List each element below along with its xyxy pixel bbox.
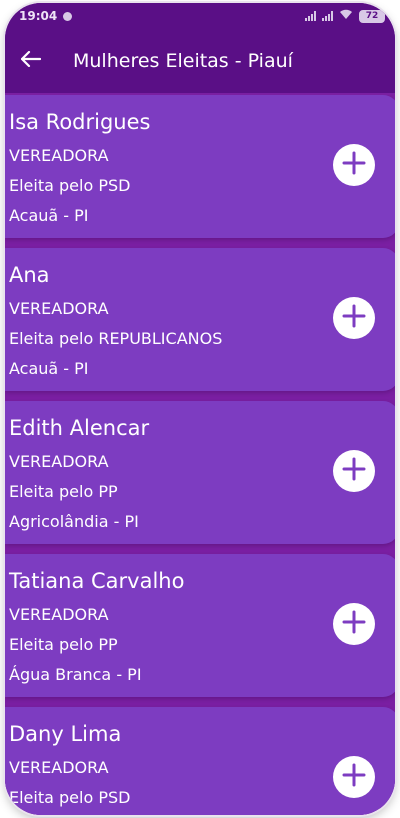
back-button[interactable] (5, 29, 57, 93)
list-item: Ana VEREADORA Eleita pelo REPUBLICANOS A… (5, 248, 395, 391)
candidate-name: Isa Rodrigues (9, 110, 151, 134)
candidate-city: Acauã - PI (9, 359, 89, 378)
list-item: Tatiana Carvalho VEREADORA Eleita pelo P… (5, 554, 395, 697)
candidate-name: Dany Lima (9, 722, 122, 746)
notification-icon (63, 11, 73, 21)
signal-icon-2 (322, 11, 333, 21)
candidate-party: Eleita pelo PP (9, 482, 118, 501)
candidate-city: Acauã - PI (9, 206, 89, 225)
add-button[interactable] (333, 756, 375, 798)
add-button[interactable] (333, 450, 375, 492)
candidate-role: VEREADORA (9, 299, 109, 318)
wifi-icon (339, 9, 353, 23)
add-button[interactable] (333, 297, 375, 339)
status-icons: 72 (305, 9, 385, 23)
list-item: Edith Alencar VEREADORA Eleita pelo PP A… (5, 401, 395, 544)
signal-icon (305, 11, 316, 21)
candidate-role: VEREADORA (9, 452, 109, 471)
candidate-name: Ana (9, 263, 50, 287)
arrow-left-icon (20, 50, 42, 71)
plus-icon (342, 610, 366, 638)
phone-screen: 19:04 72 Mulheres Eleitas - Piauí Isa Ro… (5, 3, 395, 815)
candidate-party: Eleita pelo PSD (9, 788, 131, 807)
candidate-city: Água Branca - PI (9, 665, 142, 684)
candidate-role: VEREADORA (9, 146, 109, 165)
battery-icon: 72 (359, 9, 385, 23)
list-item: Dany Lima VEREADORA Eleita pelo PSD (5, 707, 395, 815)
app-bar: Mulheres Eleitas - Piauí (5, 29, 395, 93)
status-time: 19:04 (19, 9, 58, 23)
candidate-name: Tatiana Carvalho (9, 569, 185, 593)
candidate-party: Eleita pelo REPUBLICANOS (9, 329, 223, 348)
status-bar: 19:04 72 (5, 3, 395, 29)
candidate-role: VEREADORA (9, 758, 109, 777)
add-button[interactable] (333, 603, 375, 645)
add-button[interactable] (333, 144, 375, 186)
candidate-city: Agricolândia - PI (9, 512, 139, 531)
candidate-role: VEREADORA (9, 605, 109, 624)
page-title: Mulheres Eleitas - Piauí (73, 50, 293, 72)
plus-icon (342, 763, 366, 791)
candidate-name: Edith Alencar (9, 416, 150, 440)
candidate-list: Isa Rodrigues VEREADORA Eleita pelo PSD … (5, 95, 395, 815)
candidate-party: Eleita pelo PSD (9, 176, 131, 195)
plus-icon (342, 457, 366, 485)
plus-icon (342, 304, 366, 332)
list-item: Isa Rodrigues VEREADORA Eleita pelo PSD … (5, 95, 395, 238)
candidate-party: Eleita pelo PP (9, 635, 118, 654)
plus-icon (342, 151, 366, 179)
